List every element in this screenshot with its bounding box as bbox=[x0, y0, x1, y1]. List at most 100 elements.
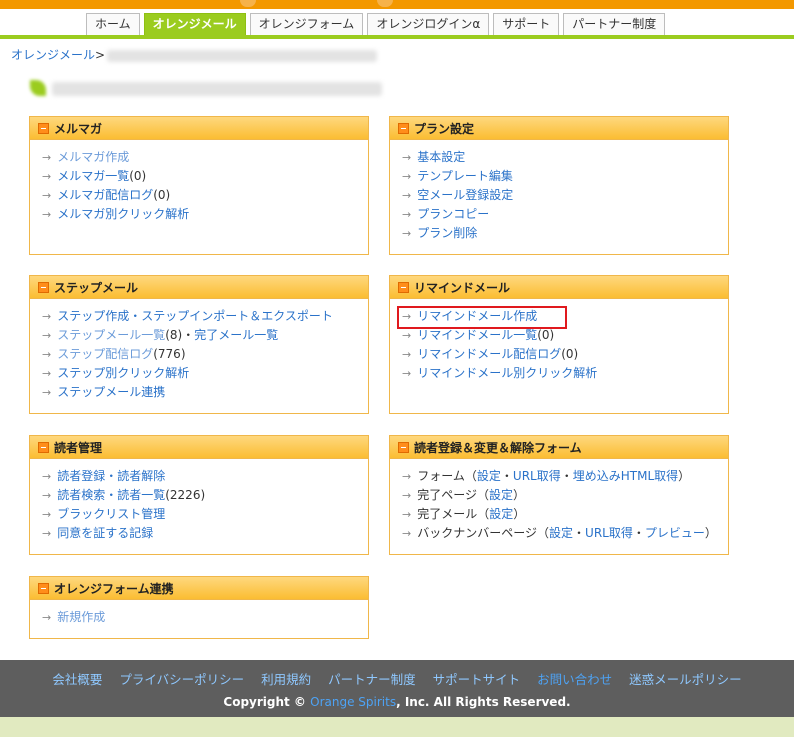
plan-basic-link[interactable]: 基本設定 bbox=[417, 150, 465, 164]
magazine-log-link[interactable]: メルマガ配信ログ bbox=[57, 188, 153, 202]
tab-home[interactable]: ホーム bbox=[86, 13, 140, 35]
list-item: → 完了ページ（設定） bbox=[402, 488, 526, 502]
list-item: → リマインドメール別クリック解析 bbox=[402, 364, 728, 383]
remind-log-link[interactable]: リマインドメール配信ログ bbox=[417, 347, 561, 361]
arrow-right-icon: → bbox=[402, 151, 412, 164]
arrow-right-icon: → bbox=[42, 508, 52, 521]
list-item: → 読者検索・読者一覧(2226) bbox=[42, 486, 368, 505]
panel-header-orange-form: オレンジフォーム連携 bbox=[30, 577, 368, 600]
step-connect-link[interactable]: ステップメール連携 bbox=[57, 385, 165, 399]
list-item: → バックナンバーページ（設定・URL取得・プレビュー） bbox=[402, 526, 717, 540]
plan-empty-mail-link[interactable]: 空メール登録設定 bbox=[417, 188, 513, 202]
remind-create-link[interactable]: リマインドメール作成 bbox=[417, 309, 537, 323]
tab-orange-form[interactable]: オレンジフォーム bbox=[249, 13, 364, 35]
list-item: → ステップ別クリック解析 bbox=[42, 364, 368, 383]
footer-link-terms[interactable]: 利用規約 bbox=[261, 669, 311, 688]
tab-orange-mail[interactable]: オレンジメール bbox=[143, 13, 246, 35]
panel-magazine: メルマガ → メルマガ作成 → メルマガ一覧(0) → メルマガ配信ログ(0) → メル… bbox=[29, 116, 369, 255]
arrow-right-icon: → bbox=[42, 329, 52, 342]
plan-template-link[interactable]: テンプレート編集 bbox=[417, 169, 513, 183]
arrow-right-icon: → bbox=[402, 189, 412, 202]
readers-register-link[interactable]: 読者登録・読者解除 bbox=[57, 469, 165, 483]
step-log-link[interactable]: ステップ配信ログ bbox=[57, 347, 153, 361]
panel-readers: 読者管理 → 読者登録・読者解除 → 読者検索・読者一覧(2226) → ブラックリス… bbox=[29, 435, 369, 555]
count-badge: (0) bbox=[153, 188, 171, 202]
count-badge: (776) bbox=[153, 347, 186, 361]
count-badge: (2226) bbox=[165, 488, 206, 502]
arrow-right-icon: → bbox=[402, 508, 412, 521]
list-item: → リマインドメール作成 bbox=[397, 306, 728, 329]
leaf-icon bbox=[30, 80, 46, 96]
count-badge: (8) bbox=[165, 328, 183, 342]
readers-blacklist-link[interactable]: ブラックリスト管理 bbox=[57, 507, 165, 521]
form-settings-link[interactable]: 設定 bbox=[477, 469, 501, 483]
step-click-link[interactable]: ステップ別クリック解析 bbox=[57, 366, 189, 380]
footer-link-contact[interactable]: お問い合わせ bbox=[537, 669, 612, 688]
backnumber-preview-link[interactable]: プレビュー bbox=[645, 526, 705, 540]
arrow-right-icon: → bbox=[42, 386, 52, 399]
backnumber-settings-link[interactable]: 設定 bbox=[549, 526, 573, 540]
count-badge: (0) bbox=[537, 328, 555, 342]
remind-click-link[interactable]: リマインドメール別クリック解析 bbox=[417, 366, 597, 380]
form-embed-link[interactable]: 埋め込みHTML取得 bbox=[573, 469, 678, 483]
footer: 会社概要 プライバシーポリシー 利用規約 パートナー制度 サポートサイト お問い… bbox=[0, 660, 794, 717]
complete-mail-settings-link[interactable]: 設定 bbox=[489, 507, 513, 521]
orange-form-new-link[interactable]: 新規作成 bbox=[57, 610, 105, 624]
count-badge: (0) bbox=[129, 169, 147, 183]
complete-page-settings-link[interactable]: 設定 bbox=[489, 488, 513, 502]
list-item: → ステップメール連携 bbox=[42, 383, 368, 402]
nav-underline bbox=[0, 35, 794, 39]
tab-partner[interactable]: パートナー制度 bbox=[563, 13, 666, 35]
arrow-right-icon: → bbox=[42, 151, 52, 164]
arrow-right-icon: → bbox=[402, 208, 412, 221]
step-complete-list-link[interactable]: 完了メール一覧 bbox=[194, 328, 278, 342]
panel-remind: リマインドメール → リマインドメール作成 → リマインドメール一覧(0) → リマイ… bbox=[389, 275, 729, 414]
footer-link-privacy[interactable]: プライバシーポリシー bbox=[119, 669, 244, 688]
arrow-right-icon: → bbox=[42, 367, 52, 380]
panel-orange-form: オレンジフォーム連携 → 新規作成 bbox=[29, 576, 369, 639]
tab-orange-login[interactable]: オレンジログインα bbox=[367, 13, 490, 35]
list-item: → ブラックリスト管理 bbox=[42, 505, 368, 524]
readers-consent-link[interactable]: 同意を証する記録 bbox=[57, 526, 153, 540]
plan-copy-link[interactable]: プランコピー bbox=[417, 207, 489, 221]
arrow-right-icon: → bbox=[42, 189, 52, 202]
page-title-blurred bbox=[30, 76, 382, 100]
copyright: Copyright © Orange Spirits, Inc. All Rig… bbox=[223, 695, 571, 709]
footer-link-spam-policy[interactable]: 迷惑メールポリシー bbox=[629, 669, 742, 688]
arrow-right-icon: → bbox=[42, 470, 52, 483]
breadcrumb: オレンジメール> bbox=[11, 46, 378, 63]
panel-header-remind: リマインドメール bbox=[390, 276, 728, 299]
step-list-link[interactable]: ステップメール一覧 bbox=[57, 328, 165, 342]
step-create-link[interactable]: ステップ作成・ステップインポート＆エクスポート bbox=[57, 309, 333, 323]
arrow-right-icon: → bbox=[42, 348, 52, 361]
list-item: → ステップメール一覧(8)・完了メール一覧 bbox=[42, 328, 279, 342]
magazine-list-link[interactable]: メルマガ一覧 bbox=[57, 169, 129, 183]
remind-list-link[interactable]: リマインドメール一覧 bbox=[417, 328, 537, 342]
breadcrumb-current-blurred bbox=[107, 49, 378, 62]
magazine-click-link[interactable]: メルマガ別クリック解析 bbox=[57, 207, 189, 221]
form-url-link[interactable]: URL取得 bbox=[513, 469, 561, 483]
list-item: → 完了メール（設定） bbox=[402, 507, 526, 521]
readers-search-link[interactable]: 読者検索・読者一覧 bbox=[57, 488, 165, 502]
bottom-strip bbox=[0, 717, 794, 737]
magazine-create-link[interactable]: メルマガ作成 bbox=[57, 150, 129, 164]
footer-link-partner[interactable]: パートナー制度 bbox=[328, 669, 416, 688]
panel-header-step: ステップメール bbox=[30, 276, 368, 299]
tab-support[interactable]: サポート bbox=[493, 13, 560, 35]
list-item: → プラン削除 bbox=[402, 224, 728, 243]
arrow-right-icon: → bbox=[42, 489, 52, 502]
footer-link-company[interactable]: 会社概要 bbox=[52, 669, 102, 688]
panel-header-magazine: メルマガ bbox=[30, 117, 368, 140]
panel-header-readers: 読者管理 bbox=[30, 436, 368, 459]
footer-link-support[interactable]: サポートサイト bbox=[433, 669, 521, 688]
arrow-right-icon: → bbox=[42, 170, 52, 183]
plan-delete-link[interactable]: プラン削除 bbox=[417, 226, 477, 240]
breadcrumb-home-link[interactable]: オレンジメール bbox=[11, 48, 95, 62]
arrow-right-icon: → bbox=[42, 611, 52, 624]
company-link[interactable]: Orange Spirits bbox=[310, 695, 396, 709]
panel-title: メルマガ bbox=[54, 121, 103, 136]
arrow-right-icon: → bbox=[402, 310, 412, 323]
backnumber-url-link[interactable]: URL取得 bbox=[585, 526, 633, 540]
arrow-right-icon: → bbox=[42, 527, 52, 540]
list-item: → ステップ配信ログ(776) bbox=[42, 345, 368, 364]
